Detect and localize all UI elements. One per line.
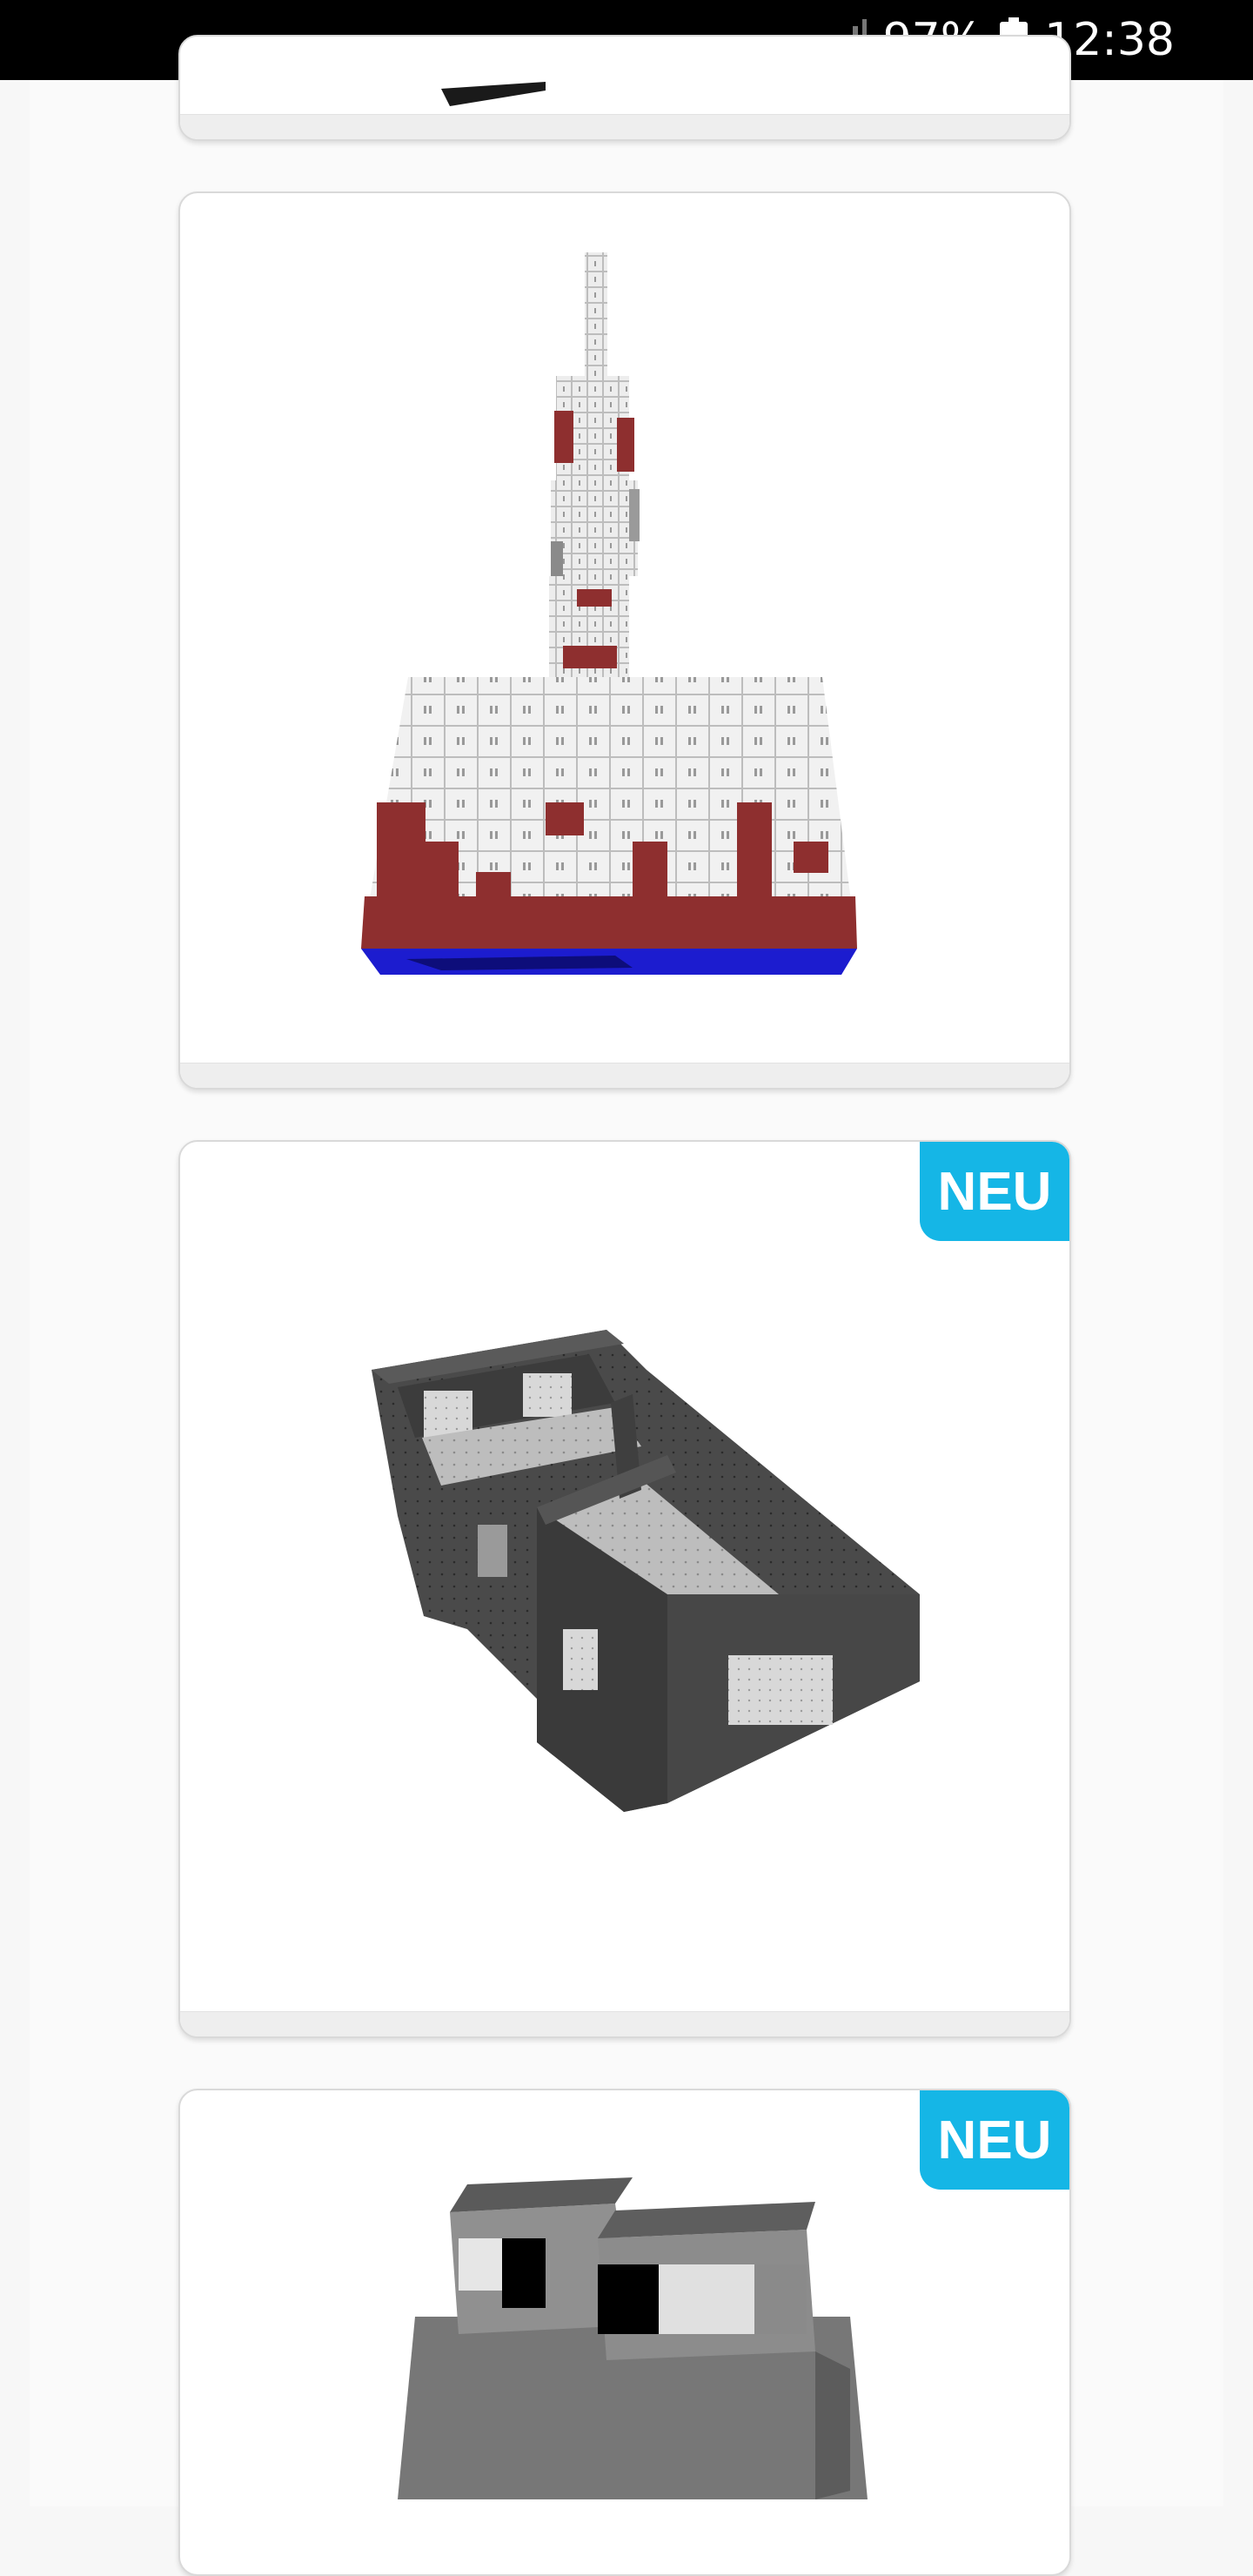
card-footer: [180, 1063, 1069, 1088]
dark-model-thumbnail-icon: [180, 37, 1069, 118]
house-voxel-model-thumbnail-icon: [180, 1142, 1069, 2014]
model-card[interactable]: NEU: [178, 2089, 1071, 2576]
tower-voxel-model-thumbnail-icon: [180, 193, 1069, 1065]
model-card[interactable]: [178, 191, 1071, 1090]
model-card[interactable]: [178, 35, 1071, 141]
card-footer: [180, 114, 1069, 139]
new-badge: NEU: [920, 1142, 1069, 1241]
model-card[interactable]: NEU: [178, 1140, 1071, 2038]
new-badge: NEU: [920, 2090, 1069, 2190]
card-footer: [180, 2011, 1069, 2036]
